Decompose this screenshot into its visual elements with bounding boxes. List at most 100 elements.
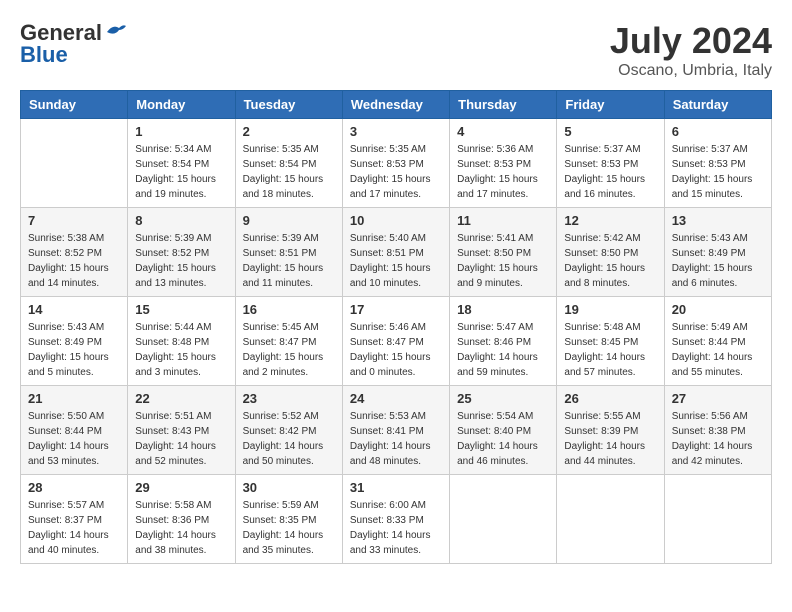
day-number: 27 [672, 391, 764, 406]
calendar-cell: 21Sunrise: 5:50 AMSunset: 8:44 PMDayligh… [21, 386, 128, 475]
calendar-cell: 13 Sunrise: 5:43 AMSunset: 8:49 PMDayligh… [664, 208, 771, 297]
weekday-header-sunday: Sunday [21, 91, 128, 119]
day-info: Sunrise: 5:57 AMSunset: 8:37 PMDaylight:… [28, 498, 120, 558]
day-number: 13 [672, 213, 764, 228]
day-info: Sunrise: 5:50 AMSunset: 8:44 PMDaylight:… [28, 409, 120, 469]
calendar-cell: 17 Sunrise: 5:46 AMSunset: 8:47 PMDayligh… [342, 297, 449, 386]
calendar-cell: 18Sunrise: 5:47 AMSunset: 8:46 PMDayligh… [450, 297, 557, 386]
day-number: 24 [350, 391, 442, 406]
day-info: Sunrise: 5:36 AMSunset: 8:53 PMDaylight:… [457, 142, 549, 202]
day-info: Sunrise: 5:43 AMSunset: 8:49 PMDaylight:… [28, 320, 120, 380]
calendar-cell: 8 Sunrise: 5:39 AMSunset: 8:52 PMDaylight… [128, 208, 235, 297]
day-info: Sunrise: 5:49 AMSunset: 8:44 PMDaylight:… [672, 320, 764, 380]
calendar-cell: 4 Sunrise: 5:36 AMSunset: 8:53 PMDaylight… [450, 119, 557, 208]
weekday-header-monday: Monday [128, 91, 235, 119]
calendar-cell: 14 Sunrise: 5:43 AMSunset: 8:49 PMDayligh… [21, 297, 128, 386]
calendar-week-row: 14 Sunrise: 5:43 AMSunset: 8:49 PMDayligh… [21, 297, 772, 386]
day-number: 8 [135, 213, 227, 228]
day-number: 17 [350, 302, 442, 317]
day-info: Sunrise: 5:52 AMSunset: 8:42 PMDaylight:… [243, 409, 335, 469]
day-info: Sunrise: 5:56 AMSunset: 8:38 PMDaylight:… [672, 409, 764, 469]
day-number: 30 [243, 480, 335, 495]
day-number: 31 [350, 480, 442, 495]
day-number: 14 [28, 302, 120, 317]
day-number: 15 [135, 302, 227, 317]
day-info: Sunrise: 5:53 AMSunset: 8:41 PMDaylight:… [350, 409, 442, 469]
calendar-cell: 31 Sunrise: 6:00 AMSunset: 8:33 PMDayligh… [342, 475, 449, 564]
day-info: Sunrise: 5:34 AMSunset: 8:54 PMDaylight:… [135, 142, 227, 202]
calendar-cell: 25Sunrise: 5:54 AMSunset: 8:40 PMDayligh… [450, 386, 557, 475]
calendar-cell: 30 Sunrise: 5:59 AMSunset: 8:35 PMDayligh… [235, 475, 342, 564]
day-number: 10 [350, 213, 442, 228]
calendar-table: SundayMondayTuesdayWednesdayThursdayFrid… [20, 90, 772, 564]
calendar-cell: 16Sunrise: 5:45 AMSunset: 8:47 PMDayligh… [235, 297, 342, 386]
calendar-week-row: 28 Sunrise: 5:57 AMSunset: 8:37 PMDayligh… [21, 475, 772, 564]
day-number: 6 [672, 124, 764, 139]
day-number: 20 [672, 302, 764, 317]
calendar-cell [557, 475, 664, 564]
calendar-cell: 9 Sunrise: 5:39 AMSunset: 8:51 PMDaylight… [235, 208, 342, 297]
calendar-cell: 27 Sunrise: 5:56 AMSunset: 8:38 PMDayligh… [664, 386, 771, 475]
weekday-header-thursday: Thursday [450, 91, 557, 119]
day-info: Sunrise: 5:41 AMSunset: 8:50 PMDaylight:… [457, 231, 549, 291]
day-info: Sunrise: 5:55 AMSunset: 8:39 PMDaylight:… [564, 409, 656, 469]
calendar-cell [664, 475, 771, 564]
day-number: 23 [243, 391, 335, 406]
day-info: Sunrise: 5:43 AMSunset: 8:49 PMDaylight:… [672, 231, 764, 291]
location-title: Oscano, Umbria, Italy [610, 62, 772, 80]
day-info: Sunrise: 6:00 AMSunset: 8:33 PMDaylight:… [350, 498, 442, 558]
day-number: 1 [135, 124, 227, 139]
day-number: 2 [243, 124, 335, 139]
day-number: 28 [28, 480, 120, 495]
logo-blue-text: Blue [20, 42, 68, 68]
calendar-cell: 3Sunrise: 5:35 AMSunset: 8:53 PMDaylight… [342, 119, 449, 208]
month-title: July 2024 [610, 20, 772, 62]
calendar-cell: 11 Sunrise: 5:41 AMSunset: 8:50 PMDayligh… [450, 208, 557, 297]
logo-bird-icon [105, 22, 127, 40]
day-info: Sunrise: 5:59 AMSunset: 8:35 PMDaylight:… [243, 498, 335, 558]
day-number: 7 [28, 213, 120, 228]
calendar-cell: 12 Sunrise: 5:42 AMSunset: 8:50 PMDayligh… [557, 208, 664, 297]
weekday-header-wednesday: Wednesday [342, 91, 449, 119]
logo: General Blue [20, 20, 127, 68]
weekday-header-tuesday: Tuesday [235, 91, 342, 119]
weekday-header-row: SundayMondayTuesdayWednesdayThursdayFrid… [21, 91, 772, 119]
page-header: General Blue July 2024 Oscano, Umbria, I… [20, 20, 772, 80]
day-info: Sunrise: 5:48 AMSunset: 8:45 PMDaylight:… [564, 320, 656, 380]
day-number: 11 [457, 213, 549, 228]
calendar-cell [450, 475, 557, 564]
calendar-week-row: 7 Sunrise: 5:38 AMSunset: 8:52 PMDaylight… [21, 208, 772, 297]
calendar-cell: 7 Sunrise: 5:38 AMSunset: 8:52 PMDaylight… [21, 208, 128, 297]
day-number: 26 [564, 391, 656, 406]
day-number: 9 [243, 213, 335, 228]
calendar-week-row: 21Sunrise: 5:50 AMSunset: 8:44 PMDayligh… [21, 386, 772, 475]
calendar-cell: 20 Sunrise: 5:49 AMSunset: 8:44 PMDayligh… [664, 297, 771, 386]
calendar-cell: 28 Sunrise: 5:57 AMSunset: 8:37 PMDayligh… [21, 475, 128, 564]
day-info: Sunrise: 5:39 AMSunset: 8:51 PMDaylight:… [243, 231, 335, 291]
calendar-cell: 29 Sunrise: 5:58 AMSunset: 8:36 PMDayligh… [128, 475, 235, 564]
day-info: Sunrise: 5:58 AMSunset: 8:36 PMDaylight:… [135, 498, 227, 558]
calendar-cell: 1 Sunrise: 5:34 AMSunset: 8:54 PMDaylight… [128, 119, 235, 208]
title-block: July 2024 Oscano, Umbria, Italy [610, 20, 772, 80]
day-number: 29 [135, 480, 227, 495]
day-info: Sunrise: 5:45 AMSunset: 8:47 PMDaylight:… [243, 320, 335, 380]
calendar-cell: 15 Sunrise: 5:44 AMSunset: 8:48 PMDayligh… [128, 297, 235, 386]
day-info: Sunrise: 5:44 AMSunset: 8:48 PMDaylight:… [135, 320, 227, 380]
day-info: Sunrise: 5:51 AMSunset: 8:43 PMDaylight:… [135, 409, 227, 469]
day-info: Sunrise: 5:39 AMSunset: 8:52 PMDaylight:… [135, 231, 227, 291]
day-number: 12 [564, 213, 656, 228]
day-info: Sunrise: 5:42 AMSunset: 8:50 PMDaylight:… [564, 231, 656, 291]
day-number: 3 [350, 124, 442, 139]
day-number: 22 [135, 391, 227, 406]
day-info: Sunrise: 5:37 AMSunset: 8:53 PMDaylight:… [672, 142, 764, 202]
calendar-cell: 10Sunrise: 5:40 AMSunset: 8:51 PMDayligh… [342, 208, 449, 297]
day-info: Sunrise: 5:38 AMSunset: 8:52 PMDaylight:… [28, 231, 120, 291]
calendar-cell [21, 119, 128, 208]
day-info: Sunrise: 5:46 AMSunset: 8:47 PMDaylight:… [350, 320, 442, 380]
day-info: Sunrise: 5:35 AMSunset: 8:54 PMDaylight:… [243, 142, 335, 202]
calendar-cell: 19Sunrise: 5:48 AMSunset: 8:45 PMDayligh… [557, 297, 664, 386]
day-number: 4 [457, 124, 549, 139]
calendar-week-row: 1 Sunrise: 5:34 AMSunset: 8:54 PMDaylight… [21, 119, 772, 208]
day-number: 25 [457, 391, 549, 406]
calendar-cell: 5Sunrise: 5:37 AMSunset: 8:53 PMDaylight… [557, 119, 664, 208]
